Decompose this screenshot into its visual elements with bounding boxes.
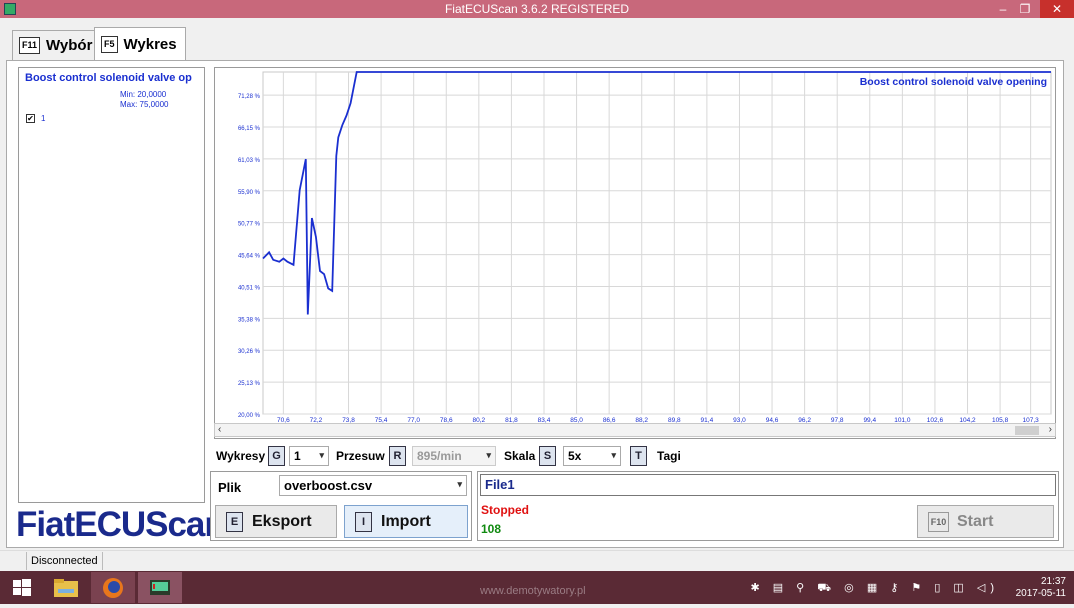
wykresy-select[interactable]: 1 ▾ bbox=[289, 446, 329, 466]
wykresy-value: 1 bbox=[294, 449, 301, 463]
skala-key-badge: S bbox=[539, 446, 556, 466]
line-chart: 20,00 % 25,13 % 30,26 % 35,38 % 40,51 % 45,64… bbox=[238, 71, 1052, 424]
chart-horizontal-scrollbar[interactable]: ‹ › bbox=[214, 423, 1056, 437]
start-button[interactable]: F10 Start bbox=[917, 505, 1054, 538]
start-label: Start bbox=[957, 512, 994, 530]
import-label: Import bbox=[381, 512, 431, 530]
taskbar: www.demotywatory.pl ✱ ▤ ⚲ ⛟ ◎ ▦ ⚷ ⚑ ▯ ◫ … bbox=[0, 571, 1074, 604]
skala-select[interactable]: 5x ▾ bbox=[563, 446, 621, 466]
file-explorer-icon[interactable] bbox=[44, 572, 88, 603]
status-panel: File1 Stopped 108 F10 Start bbox=[477, 471, 1059, 541]
y-tick-label: 20,00 % bbox=[238, 413, 261, 419]
legend-label: Boost control solenoid valve opening bbox=[860, 76, 1047, 88]
eksport-key-badge: E bbox=[226, 511, 243, 532]
plik-value: overboost.csv bbox=[284, 478, 373, 493]
y-tick-label: 50,77 % bbox=[238, 222, 261, 228]
status-bar: Disconnected bbox=[0, 550, 1074, 570]
skala-label: Skala bbox=[504, 449, 536, 463]
chevron-down-icon: ▾ bbox=[457, 479, 462, 489]
chevron-down-icon: ▾ bbox=[486, 450, 491, 460]
tab-bar: F11 Wybór F5 Wykres bbox=[0, 18, 1074, 60]
windows-start-icon[interactable] bbox=[0, 572, 44, 603]
file-name-field[interactable]: File1 bbox=[480, 474, 1056, 496]
system-tray-icons[interactable]: ✱ ▤ ⚲ ⛟ ◎ ▦ ⚷ ⚑ ▯ ◫ ◁) bbox=[750, 581, 999, 596]
f11-key-badge: F11 bbox=[19, 37, 41, 54]
chevron-down-icon: ▾ bbox=[611, 450, 616, 460]
fiatecuscan-taskbar-icon[interactable] bbox=[138, 572, 182, 603]
close-button[interactable]: ✕ bbox=[1040, 0, 1074, 18]
connection-status: Disconnected bbox=[26, 552, 103, 570]
y-tick-label: 40,51 % bbox=[238, 285, 261, 291]
status-count: 108 bbox=[481, 522, 502, 536]
przesuw-label: Przesuw bbox=[336, 449, 385, 463]
title-bar: FiatECUScan 3.6.2 REGISTERED – ❐ ✕ bbox=[0, 0, 1074, 18]
y-tick-label: 45,64 % bbox=[238, 254, 261, 260]
clock[interactable]: 21:37 2017-05-11 bbox=[1016, 576, 1066, 600]
import-button[interactable]: I Import bbox=[344, 505, 468, 538]
series-list-panel: Boost control solenoid valve op Min: 20,… bbox=[18, 67, 205, 503]
tab-wykres[interactable]: F5 Wykres bbox=[94, 27, 186, 60]
firefox-icon[interactable] bbox=[91, 572, 135, 603]
start-key-badge: F10 bbox=[928, 511, 949, 532]
y-tick-label: 30,26 % bbox=[238, 349, 261, 355]
series-max: Max: 75,0000 bbox=[120, 100, 169, 109]
file-panel: Plik overboost.csv ▾ E Eksport I Import bbox=[210, 471, 472, 541]
series-min: Min: 20,0000 bbox=[120, 90, 167, 99]
y-tick-label: 66,15 % bbox=[238, 126, 261, 132]
scroll-right-arrow-icon[interactable]: › bbox=[1049, 424, 1052, 436]
clock-date: 2017-05-11 bbox=[1015, 588, 1066, 599]
tab-wybor-label: Wybór bbox=[46, 37, 93, 54]
skala-value: 5x bbox=[568, 449, 582, 463]
scroll-thumb[interactable] bbox=[1015, 426, 1039, 435]
y-tick-label: 61,03 % bbox=[238, 158, 261, 164]
y-tick-label: 71,28 % bbox=[238, 94, 261, 100]
restore-button[interactable]: ❐ bbox=[1012, 0, 1038, 18]
clock-time: 21:37 bbox=[1040, 576, 1066, 587]
plik-select[interactable]: overboost.csv ▾ bbox=[279, 475, 467, 496]
series-checkbox[interactable]: ✔ bbox=[26, 114, 35, 123]
tagi-key-badge[interactable]: T bbox=[630, 446, 647, 466]
eksport-label: Eksport bbox=[252, 512, 312, 530]
y-tick-label: 55,90 % bbox=[238, 190, 261, 196]
window-title: FiatECUScan 3.6.2 REGISTERED bbox=[444, 2, 630, 16]
fiatecuscan-logo: FiatECUScan bbox=[16, 505, 226, 544]
series-title: Boost control solenoid valve op bbox=[25, 72, 192, 84]
przesuw-value: 895/min bbox=[417, 449, 462, 463]
y-tick-label: 25,13 % bbox=[238, 381, 261, 387]
series-checkbox-label: 1 bbox=[41, 114, 46, 123]
chart-panel: 20,00 % 25,13 % 30,26 % 35,38 % 40,51 % 45,64… bbox=[214, 67, 1056, 439]
tagi-label[interactable]: Tagi bbox=[657, 446, 681, 466]
chevron-down-icon: ▾ bbox=[319, 450, 324, 460]
f5-key-badge: F5 bbox=[101, 35, 118, 53]
wykresy-label: Wykresy bbox=[216, 449, 266, 463]
wykresy-key-badge: G bbox=[268, 446, 285, 466]
przesuw-key-badge: R bbox=[389, 446, 406, 466]
chart-controls: Wykresy G 1 ▾ Przesuw R 895/min ▾ Skala … bbox=[214, 444, 1056, 468]
tab-wybor[interactable]: F11 Wybór bbox=[12, 30, 102, 60]
status-state: Stopped bbox=[481, 503, 529, 517]
scroll-left-arrow-icon[interactable]: ‹ bbox=[218, 424, 221, 436]
watermark: www.demotywatory.pl bbox=[480, 585, 586, 597]
tab-wykres-label: Wykres bbox=[123, 35, 177, 53]
plik-label: Plik bbox=[218, 480, 242, 495]
import-key-badge: I bbox=[355, 511, 372, 532]
y-tick-label: 35,38 % bbox=[238, 317, 261, 323]
eksport-button[interactable]: E Eksport bbox=[215, 505, 337, 538]
przesuw-select[interactable]: 895/min ▾ bbox=[412, 446, 496, 466]
